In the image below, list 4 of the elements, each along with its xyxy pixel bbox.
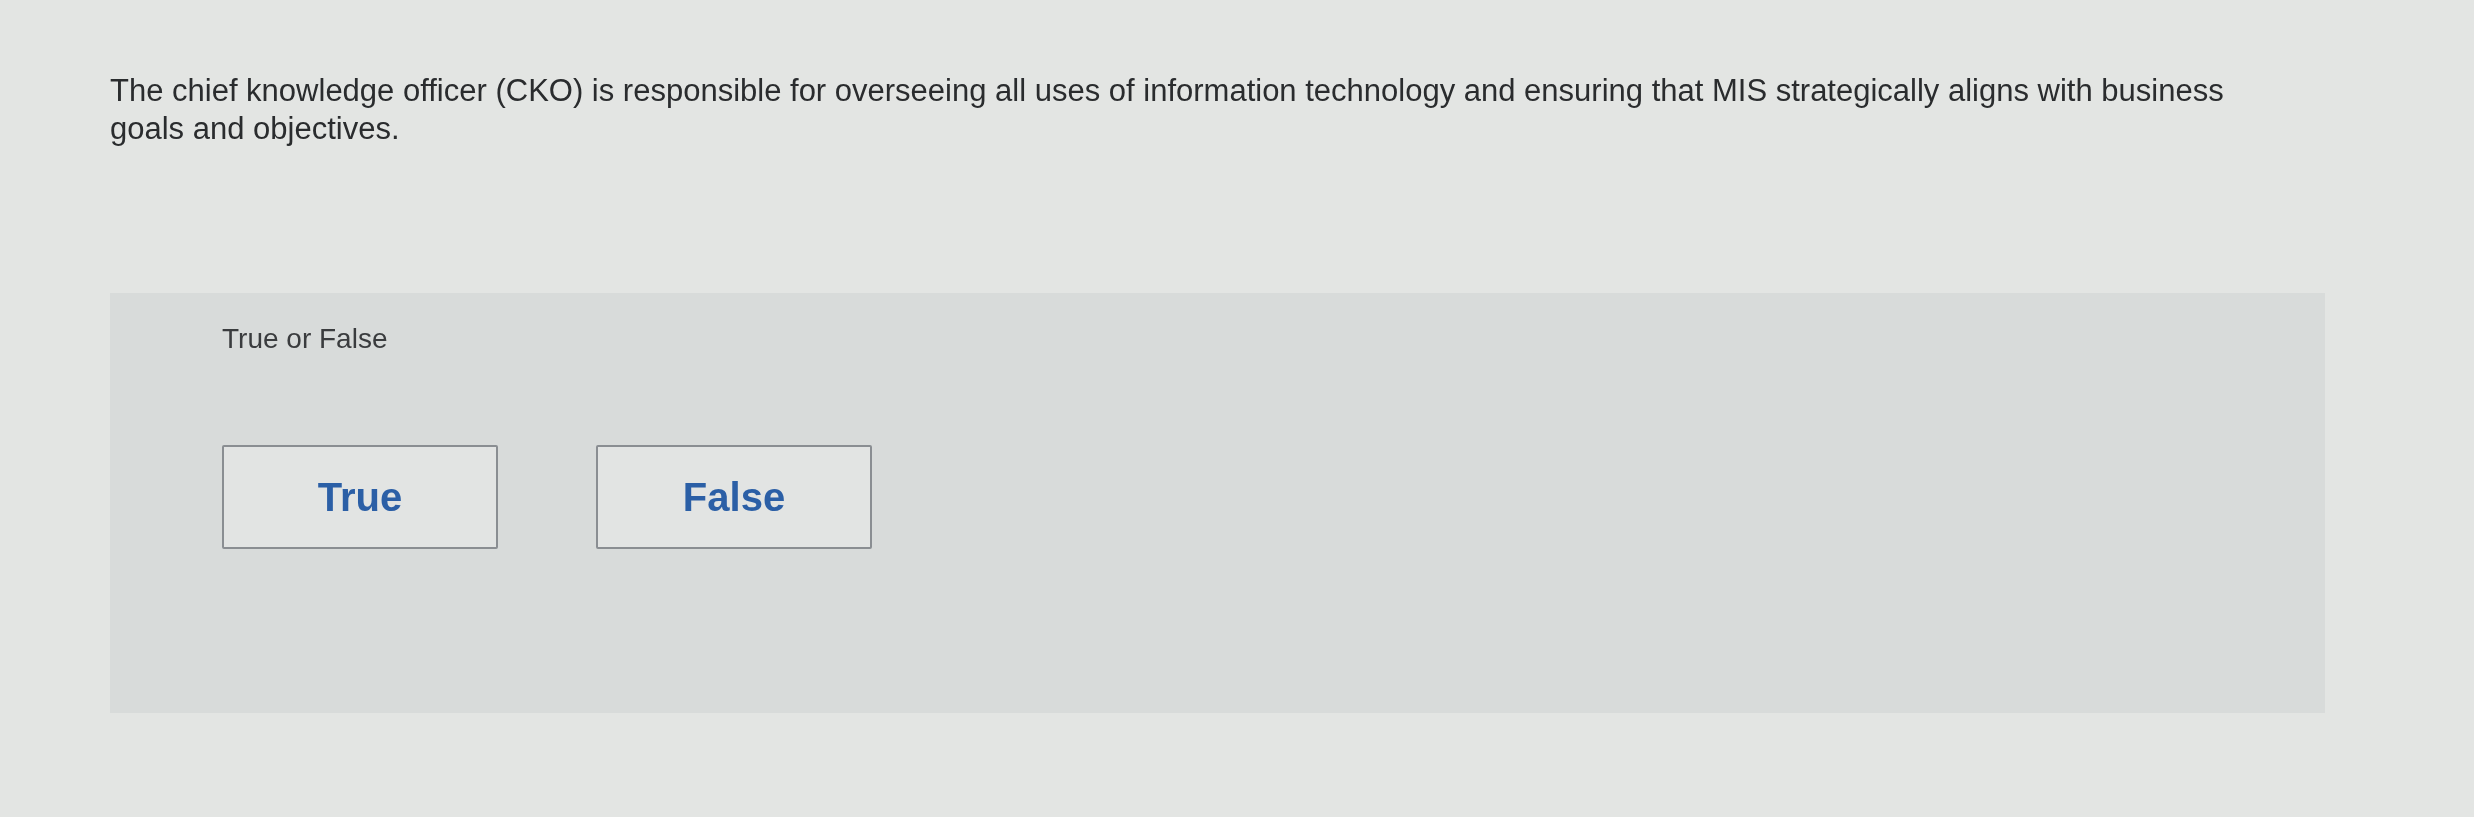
prompt-text: True or False	[222, 323, 388, 355]
answer-button[interactable]: True	[222, 445, 498, 549]
question-text: The chief knowledge officer (CKO) is responsible for overseeing all uses of information technology and ensuring that MIS strategically aligns with business goals and objectives.	[110, 72, 2225, 148]
answer-button[interactable]: False	[596, 445, 872, 549]
